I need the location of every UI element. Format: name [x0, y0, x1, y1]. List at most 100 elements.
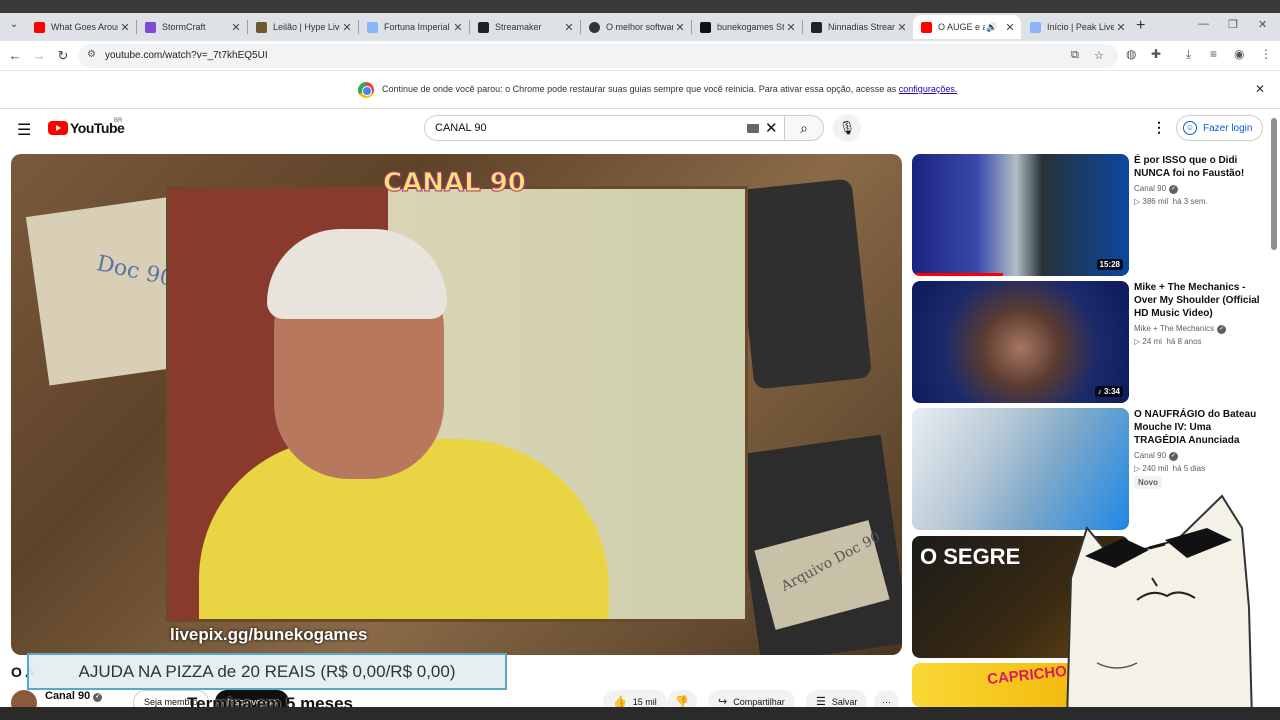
- search-input[interactable]: CANAL 90 ✕: [424, 115, 784, 141]
- tab-close-icon[interactable]: ✕: [562, 21, 576, 34]
- youtube-header: ☰ YouTube BR CANAL 90 ✕ ⌕ 🎙 ⋮ ☺ Fazer lo…: [0, 109, 1280, 149]
- tab-search-dropdown-icon[interactable]: ⌄: [6, 17, 22, 33]
- video-thumbnail[interactable]: ♪ 3:34: [912, 281, 1129, 403]
- youtube-favicon-icon: [34, 21, 45, 33]
- cat-sunglasses-sticker: [1065, 494, 1254, 720]
- video-title[interactable]: Mike + The Mechanics - Over My Shoulder …: [1134, 281, 1264, 320]
- generic-favicon-icon: [367, 21, 378, 33]
- twitch-favicon-icon: [700, 21, 711, 33]
- browser-tab[interactable]: Leilão | Hype Live ✕: [248, 15, 358, 39]
- browser-tab[interactable]: bunekogames Str ✕: [692, 15, 802, 39]
- microphone-icon: 🎙: [838, 120, 856, 135]
- keyboard-icon[interactable]: [747, 124, 759, 133]
- infobar-close-icon[interactable]: ✕: [1255, 82, 1265, 96]
- user-circle-icon: ☺: [1183, 121, 1197, 135]
- obs-favicon-icon: [589, 21, 600, 33]
- tab-close-icon[interactable]: ✕: [895, 21, 909, 34]
- tab-close-icon[interactable]: ✕: [451, 21, 465, 34]
- settings-link[interactable]: configurações.: [899, 84, 958, 94]
- livepix-overlay-text: livepix.gg/bunekogames: [170, 625, 368, 644]
- thumbnail-text: CAPRICHO: [986, 663, 1068, 689]
- canal-90-logo: CANAL 90: [383, 168, 527, 199]
- download-icon[interactable]: ⤓: [1186, 47, 1191, 62]
- profile-icon[interactable]: ◉: [1234, 47, 1244, 61]
- channel-name[interactable]: Canal 90 ✓: [1134, 184, 1179, 194]
- stormcraft-favicon-icon: [145, 21, 156, 33]
- donation-goal-overlay: AJUDA NA PIZZA de 20 REAIS (R$ 0,00/R$ 0…: [27, 653, 507, 690]
- channel-name[interactable]: Canal 90 ✓: [1134, 451, 1179, 461]
- settings-kebab-icon[interactable]: ⋮: [1152, 119, 1166, 136]
- generic-favicon-icon: [1030, 21, 1041, 33]
- site-info-icon[interactable]: ⚙: [87, 49, 96, 60]
- verified-check-icon: ✓: [1217, 325, 1227, 334]
- browser-tab-strip: ⌄ What Goes Aroun ✕ StormCraft ✕ Leilão …: [0, 0, 1280, 41]
- tab-close-icon[interactable]: ✕: [1003, 21, 1017, 34]
- taskbar-strip: [0, 707, 1280, 720]
- install-app-icon[interactable]: ⧉: [1071, 49, 1079, 62]
- tab-strip-top-edge: [0, 0, 1280, 13]
- youtube-play-logo-icon: [48, 121, 68, 135]
- page-scrollbar[interactable]: [1271, 118, 1277, 698]
- browser-tab[interactable]: Fortuna Imperial | ✕: [359, 15, 469, 39]
- forward-icon[interactable]: →: [30, 47, 48, 65]
- address-toolbar: ← → ↻ ⚙ youtube.com/watch?v=_7t7khEQ5UI …: [0, 41, 1280, 71]
- url-text[interactable]: youtube.com/watch?v=_7t7khEQ5UI: [105, 50, 268, 61]
- watch-progress-bar: [912, 273, 1004, 276]
- browser-tab[interactable]: StormCraft ✕: [137, 15, 247, 39]
- verified-check-icon: ✓: [93, 693, 103, 702]
- youtube-logo[interactable]: YouTube BR: [48, 118, 125, 136]
- voice-search-button[interactable]: 🎙: [833, 114, 861, 142]
- browser-tab[interactable]: Streamaker ✕: [470, 15, 580, 39]
- video-meta: ▷ 386 mil há 3 sem.: [1134, 197, 1208, 206]
- channel-name[interactable]: Canal 90 ✓: [45, 690, 103, 702]
- chrome-menu-icon[interactable]: ⋮: [1260, 47, 1272, 61]
- search-icon: ⌕: [800, 120, 808, 136]
- browser-tab-active[interactable]: O AUGE e a O 🔊 ✕: [913, 15, 1021, 39]
- verified-check-icon: ✓: [1169, 452, 1179, 461]
- back-icon[interactable]: ←: [6, 47, 24, 65]
- login-button[interactable]: ☺ Fazer login: [1176, 115, 1264, 141]
- person-hair: [267, 229, 447, 319]
- omnibox[interactable]: ⚙ youtube.com/watch?v=_7t7khEQ5UI ⧉ ☆: [78, 44, 1118, 68]
- tab-close-icon[interactable]: ✕: [784, 21, 798, 34]
- video-title[interactable]: O NAUFRÁGIO do Bateau Mouche IV: Uma TRA…: [1134, 408, 1264, 447]
- new-tab-button[interactable]: +: [1136, 17, 1145, 35]
- shield-favicon-icon: [256, 21, 267, 33]
- tab-close-icon[interactable]: ✕: [118, 21, 132, 34]
- browser-tab[interactable]: Ninnadias Stream ✕: [803, 15, 913, 39]
- tab-close-icon[interactable]: ✕: [340, 21, 354, 34]
- recommended-video[interactable]: ♪ 3:34 Mike + The Mechanics - Over My Sh…: [912, 281, 1272, 403]
- extensions-puzzle-icon[interactable]: ✚: [1151, 47, 1161, 61]
- hamburger-menu-icon[interactable]: ☰: [17, 120, 31, 140]
- search-button[interactable]: ⌕: [784, 115, 824, 141]
- video-title[interactable]: É por ISSO que o Didi NUNCA foi no Faust…: [1134, 154, 1264, 180]
- streamaker-favicon-icon: [478, 21, 489, 33]
- video-meta: ▷ 24 mi há 8 anos: [1134, 337, 1202, 346]
- restore-tabs-infobar: Continue de onde você parou: o Chrome po…: [0, 71, 1280, 109]
- video-thumbnail[interactable]: 15:28: [912, 154, 1129, 276]
- browser-tab[interactable]: O melhor softwar ✕: [581, 15, 691, 39]
- tab-close-icon[interactable]: ✕: [673, 21, 687, 34]
- extension-icon[interactable]: ◍: [1126, 47, 1136, 61]
- channel-name[interactable]: Mike + The Mechanics ✓: [1134, 324, 1227, 334]
- restore-window-icon[interactable]: ❐: [1228, 18, 1238, 31]
- webcam-frame: [166, 186, 748, 622]
- video-meta: ▷ 240 mil há 5 dias: [1134, 464, 1206, 473]
- audio-playing-icon[interactable]: 🔊: [985, 22, 999, 33]
- tab-close-icon[interactable]: ✕: [229, 21, 243, 34]
- youtube-favicon-icon: [921, 21, 932, 33]
- scrollbar-thumb[interactable]: [1271, 118, 1277, 250]
- browser-tab[interactable]: Início | Peak Live ✕: [1022, 15, 1132, 39]
- close-window-icon[interactable]: ✕: [1258, 18, 1267, 31]
- bookmark-star-icon[interactable]: ☆: [1094, 49, 1104, 62]
- video-player[interactable]: Doc 90 Arquivo Doc 90 CANAL 90: [11, 154, 902, 655]
- browser-tab[interactable]: What Goes Aroun ✕: [26, 15, 136, 39]
- minimize-icon[interactable]: —: [1198, 18, 1209, 30]
- media-controls-icon[interactable]: ≡: [1210, 47, 1217, 61]
- twitch-favicon-icon: [811, 21, 822, 33]
- tab-close-icon[interactable]: ✕: [1114, 21, 1128, 34]
- reload-icon[interactable]: ↻: [54, 47, 72, 65]
- recommended-video[interactable]: 15:28 É por ISSO que o Didi NUNCA foi no…: [912, 154, 1272, 276]
- chrome-logo-icon: [358, 82, 374, 98]
- clear-search-icon[interactable]: ✕: [765, 119, 778, 137]
